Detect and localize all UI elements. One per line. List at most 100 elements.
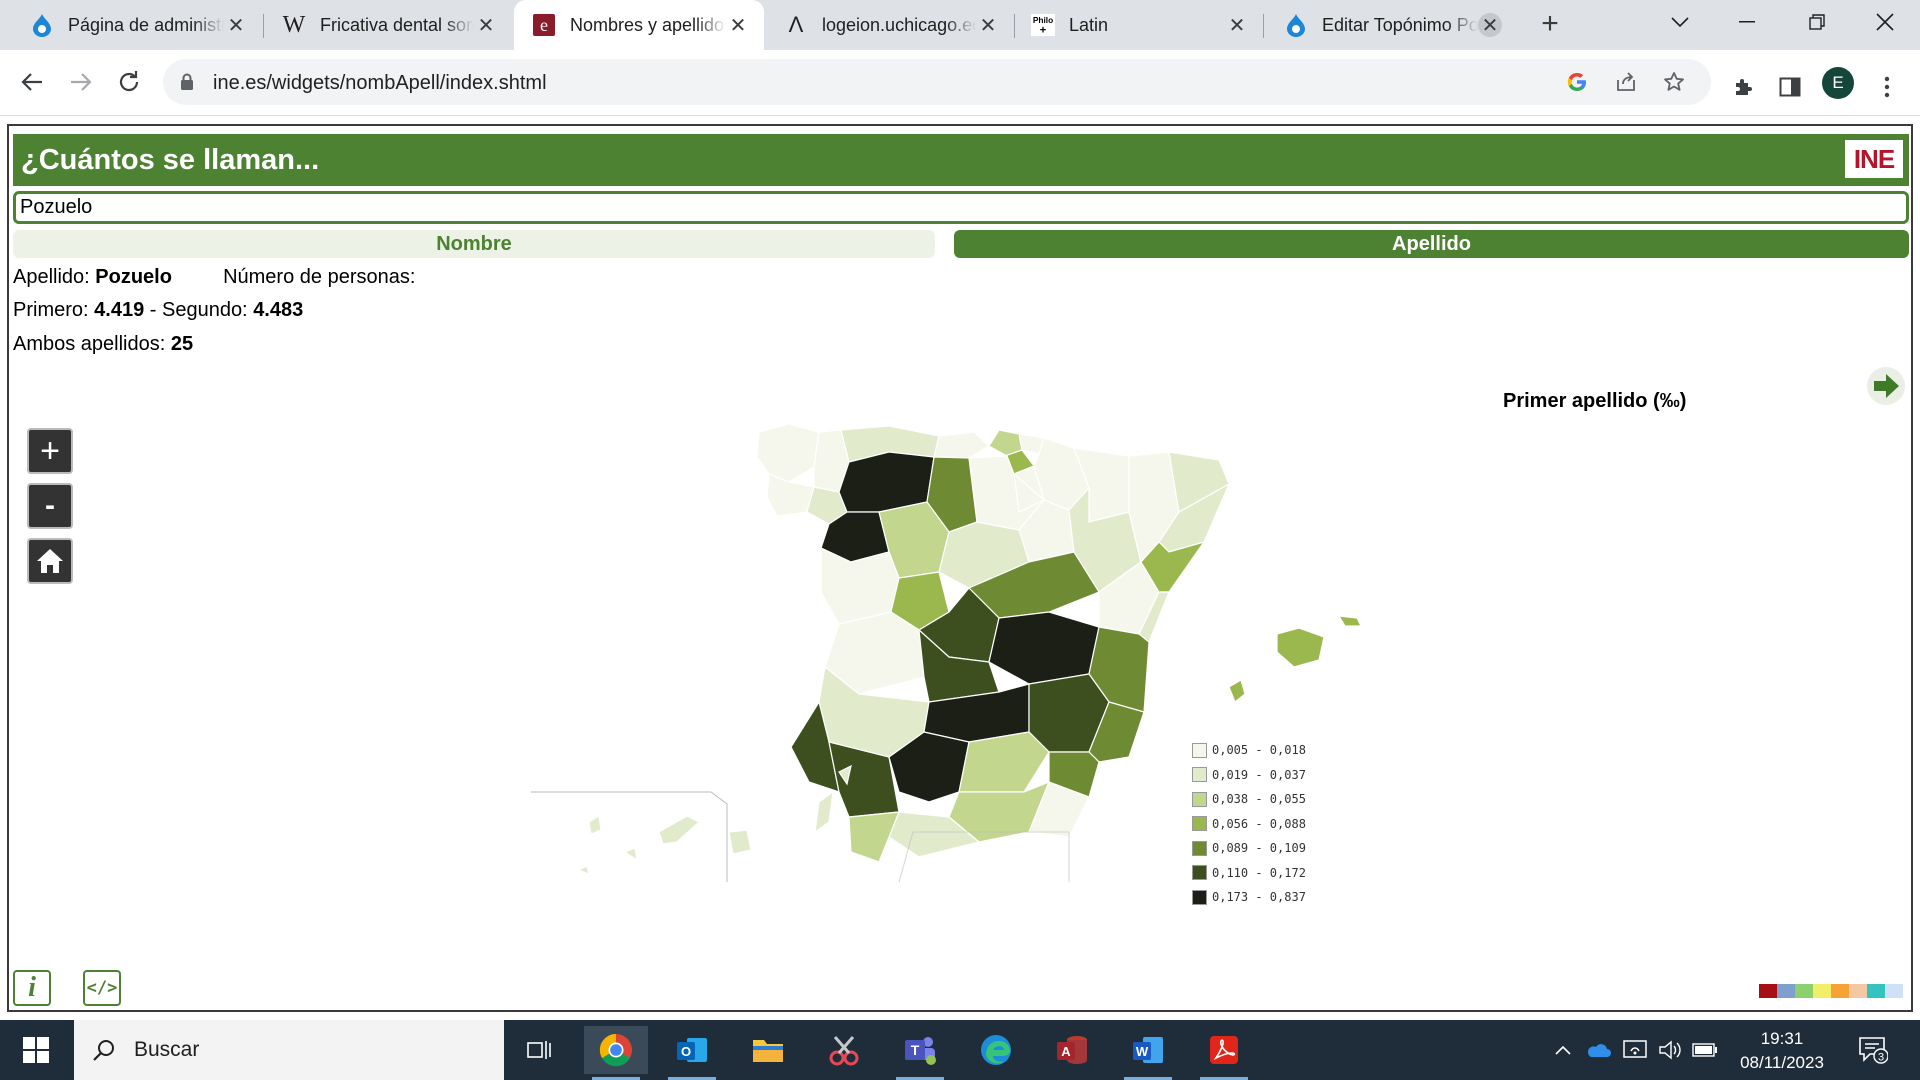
tab-title: Página de administración	[68, 14, 224, 35]
color-scheme-strip[interactable]	[1759, 984, 1903, 998]
color-scheme-swatch[interactable]	[1885, 984, 1903, 998]
file-explorer-taskbar-icon[interactable]	[736, 1026, 800, 1074]
next-map-arrow-icon[interactable]	[1866, 366, 1906, 406]
close-icon[interactable]: ✕	[224, 13, 248, 37]
province-cantabria[interactable]	[933, 431, 990, 459]
share-icon[interactable]	[1612, 68, 1640, 96]
tab-editar-toponimo[interactable]: Editar Topónimo Pozuelo ✕	[1264, 0, 1516, 50]
tab-logeion[interactable]: Λ logeion.uchicago.edu ✕	[766, 0, 1014, 50]
minus-icon: -	[45, 489, 55, 522]
province-cuenca[interactable]	[988, 611, 1100, 685]
tab-title: logeion.uchicago.edu	[822, 14, 976, 35]
close-icon[interactable]: ✕	[474, 13, 498, 37]
menu-icon[interactable]	[1870, 70, 1904, 104]
chrome-taskbar-icon[interactable]	[584, 1026, 648, 1080]
tab-title: Nombres y apellidos	[570, 14, 726, 35]
province-a-coruna[interactable]	[756, 423, 820, 483]
access-taskbar-icon[interactable]: A	[1040, 1026, 1104, 1074]
color-scheme-swatch[interactable]	[1759, 984, 1777, 998]
color-scheme-swatch[interactable]	[1867, 984, 1885, 998]
search-icon	[93, 1040, 114, 1061]
address-bar[interactable]: ine.es/widgets/nombApell/index.shtml	[163, 59, 1711, 105]
legend-label: 0,005 - 0,018	[1212, 743, 1306, 758]
segundo-label: - Segundo:	[149, 299, 248, 321]
tab-nombres-apellidos[interactable]: e Nombres y apellidos ✕	[514, 0, 764, 50]
clock-date: 08/11/2023	[1740, 1053, 1824, 1072]
code-icon: </>	[86, 978, 118, 998]
acrobat-taskbar-icon[interactable]	[1192, 1026, 1256, 1080]
embed-code-button[interactable]: </>	[83, 970, 121, 1006]
legend-swatch	[1192, 767, 1207, 783]
reload-icon[interactable]	[109, 62, 149, 102]
drupal-icon	[30, 13, 54, 37]
island-el-hierro[interactable]	[577, 865, 590, 875]
apellido-toggle-button[interactable]: Apellido	[954, 230, 1909, 258]
tab-title: Editar Topónimo Pozuelo	[1322, 14, 1478, 35]
svg-text:W: W	[1136, 1044, 1149, 1059]
snipping-tool-taskbar-icon[interactable]	[812, 1026, 876, 1074]
network-icon[interactable]	[1622, 1038, 1648, 1062]
close-icon[interactable]: ✕	[726, 13, 750, 37]
new-tab-button[interactable]: +	[1535, 9, 1565, 40]
island-ibiza[interactable]	[1228, 679, 1246, 703]
teams-taskbar-icon[interactable]: T	[888, 1026, 952, 1080]
onedrive-icon[interactable]	[1585, 1038, 1611, 1062]
nombre-toggle-button[interactable]: Nombre	[13, 230, 935, 258]
battery-icon[interactable]	[1692, 1038, 1718, 1062]
tab-latin[interactable]: Philo + Latin ✕	[1015, 0, 1263, 50]
legend-row: 0,038 - 0,055	[1192, 787, 1306, 812]
home-view-button[interactable]	[27, 538, 73, 584]
outlook-taskbar-icon[interactable]: O	[660, 1026, 724, 1080]
close-icon[interactable]: ✕	[1225, 13, 1249, 37]
tab-title: Latin	[1069, 14, 1109, 35]
segundo-value: 4.483	[253, 299, 304, 321]
volume-icon[interactable]	[1657, 1038, 1683, 1062]
forward-icon[interactable]	[61, 62, 101, 102]
color-scheme-swatch[interactable]	[1795, 984, 1813, 998]
map-legend: 0,005 - 0,018 0,019 - 0,037 0,038 - 0,055 0…	[1192, 738, 1306, 910]
province-jaen[interactable]	[958, 731, 1050, 793]
zoom-out-button[interactable]: -	[27, 483, 73, 529]
zoom-in-button[interactable]: +	[27, 428, 73, 474]
info-button[interactable]: i	[13, 970, 51, 1006]
minimize-icon[interactable]	[1717, 0, 1777, 44]
word-taskbar-icon[interactable]: W	[1116, 1026, 1180, 1080]
island-menorca[interactable]	[1337, 615, 1362, 627]
tab-search-icon[interactable]	[1650, 0, 1710, 44]
name-search-input[interactable]	[13, 191, 1909, 224]
color-scheme-swatch[interactable]	[1849, 984, 1867, 998]
close-icon[interactable]: ✕	[976, 13, 1000, 37]
taskbar-search-box[interactable]: Buscar	[74, 1020, 504, 1080]
close-window-icon[interactable]	[1855, 0, 1915, 44]
restore-icon[interactable]	[1787, 0, 1847, 44]
province-santa-cruz-de-tenerife[interactable]	[588, 815, 701, 862]
extensions-icon[interactable]	[1726, 70, 1760, 104]
chevron-up-icon[interactable]	[1550, 1038, 1576, 1062]
close-icon[interactable]: ✕	[1478, 13, 1502, 37]
color-scheme-swatch[interactable]	[1813, 984, 1831, 998]
side-panel-icon[interactable]	[1773, 70, 1807, 104]
notification-center-button[interactable]: 3	[1858, 1036, 1889, 1064]
lock-icon[interactable]	[173, 68, 201, 96]
tab-wikipedia[interactable]: W Fricativa dental sorda ✕	[264, 0, 512, 50]
windows-icon	[23, 1037, 49, 1063]
windows-start-button[interactable]	[0, 1020, 72, 1080]
personas-label: Número de personas:	[223, 266, 416, 288]
legend-label: 0,110 - 0,172	[1212, 865, 1306, 880]
google-icon[interactable]	[1563, 68, 1591, 96]
color-scheme-swatch[interactable]	[1777, 984, 1795, 998]
url-text[interactable]: ine.es/widgets/nombApell/index.shtml	[213, 72, 547, 95]
edge-taskbar-icon[interactable]	[964, 1026, 1028, 1074]
tab-title: Fricativa dental sorda	[320, 14, 474, 35]
color-scheme-swatch[interactable]	[1831, 984, 1849, 998]
bookmark-star-icon[interactable]	[1660, 68, 1688, 96]
legend-swatch	[1192, 791, 1207, 807]
taskbar-clock[interactable]: 19:31 08/11/2023	[1732, 1027, 1832, 1075]
province-baleares[interactable]	[1276, 627, 1325, 668]
profile-avatar[interactable]: E	[1822, 67, 1854, 99]
ine-logo[interactable]: INE	[1845, 140, 1903, 178]
home-icon	[37, 549, 63, 573]
back-icon[interactable]	[12, 62, 52, 102]
task-view-icon[interactable]	[508, 1026, 572, 1074]
tab-admin[interactable]: Página de administración ✕	[0, 0, 262, 50]
